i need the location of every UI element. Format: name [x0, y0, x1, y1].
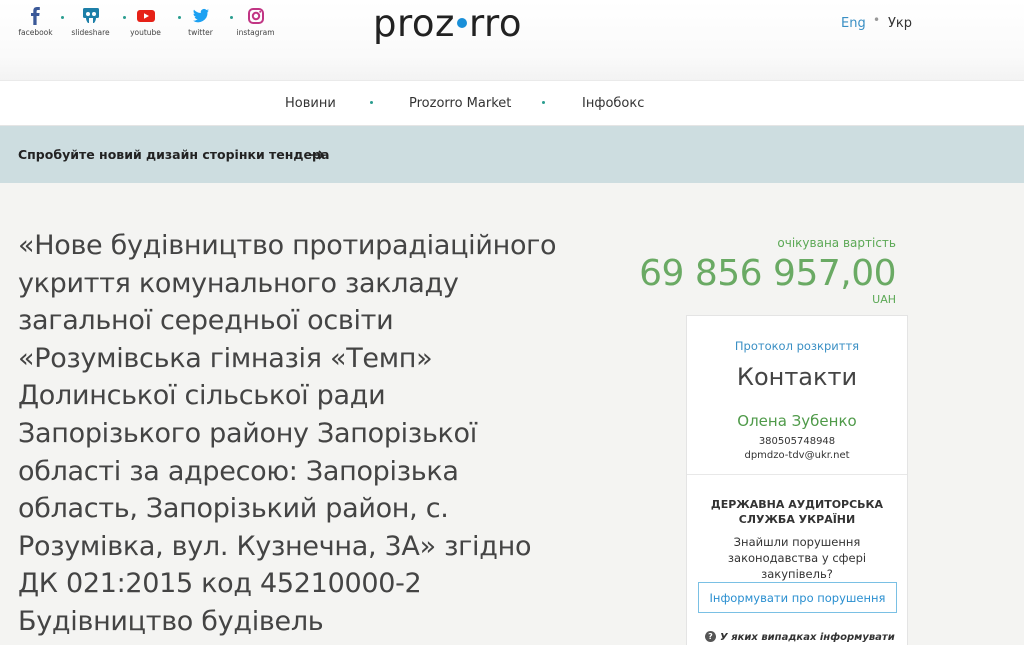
twitter-icon [192, 8, 209, 23]
help-text: У яких випадках інформувати [720, 632, 895, 643]
audit-question: Знайшли порушення законодавства у сфері … [727, 535, 867, 581]
social-separator-dot [230, 16, 233, 19]
instagram-icon [247, 8, 264, 24]
expected-value-currency: UAH [872, 293, 896, 306]
tender-title: «Нове будівництво протирадіаційного укри… [18, 230, 557, 637]
nav-item-news[interactable]: Новини [285, 96, 336, 111]
expected-value-label: очікувана вартість [777, 236, 896, 250]
social-links: facebook slideshare youtube twitter inst… [8, 6, 283, 46]
audit-service-title: ДЕРЖАВНА АУДИТОРСЬКА СЛУЖБА УКРАЇНИ [710, 498, 884, 526]
main-nav: Новини Prozorro Market Інфобокс [0, 80, 1024, 126]
contacts-card: Протокол розкриття Контакти Олена Зубенк… [686, 315, 908, 645]
contacts-title: Контакти [736, 363, 858, 391]
youtube-icon [136, 10, 155, 22]
social-label: facebook [18, 28, 53, 37]
nav-item-prozorro-market[interactable]: Prozorro Market [409, 96, 511, 111]
slideshare-icon [82, 8, 99, 23]
nav-separator-dot [370, 101, 373, 104]
social-label: instagram [236, 28, 275, 37]
arrow-right-icon [309, 150, 325, 160]
report-violation-button[interactable]: Інформувати про порушення [698, 582, 897, 613]
facebook-icon [30, 7, 40, 25]
social-slideshare-link[interactable]: slideshare [63, 6, 118, 46]
tender-main: «Нове будівництво протирадіаційного укри… [0, 183, 1024, 645]
prozorro-logo[interactable]: proz rro [373, 2, 522, 46]
social-separator-dot [123, 16, 126, 19]
social-facebook-link[interactable]: facebook [8, 6, 63, 46]
social-instagram-link[interactable]: instagram [228, 6, 283, 46]
banner-text: Спробуйте новий дизайн сторінки тендера [18, 147, 330, 162]
social-label: slideshare [71, 28, 110, 37]
social-label: twitter [188, 28, 213, 37]
nav-item-infobox[interactable]: Інфобокс [582, 96, 644, 111]
social-twitter-link[interactable]: twitter [173, 6, 228, 46]
contact-email: dpmdzo-tdv@ukr.net [744, 450, 850, 461]
social-separator-dot [61, 16, 64, 19]
question-icon: ? [705, 631, 716, 642]
social-youtube-link[interactable]: youtube [118, 6, 173, 46]
lang-separator-dot: • [873, 13, 881, 27]
social-label: youtube [130, 28, 161, 37]
top-bar: facebook slideshare youtube twitter inst… [0, 0, 1024, 80]
expected-value-amount: 69 856 957,00 [639, 253, 896, 294]
logo-text-left: proz [373, 2, 455, 45]
card-divider [687, 474, 907, 475]
lang-ukr-link[interactable]: Укр [888, 16, 912, 31]
when-to-report-link[interactable]: ? У яких випадках інформувати [705, 631, 895, 643]
logo-text-right: rro [468, 2, 523, 45]
contact-name: Олена Зубенко [737, 412, 857, 430]
logo-dot-icon [456, 17, 467, 28]
nav-separator-dot [542, 101, 545, 104]
contact-phone: 380505748948 [758, 436, 836, 447]
new-design-banner[interactable]: Спробуйте новий дизайн сторінки тендера [0, 126, 1024, 183]
protocol-link[interactable]: Протокол розкриття [687, 339, 907, 353]
lang-eng-link[interactable]: Eng [841, 16, 866, 31]
social-separator-dot [178, 16, 181, 19]
